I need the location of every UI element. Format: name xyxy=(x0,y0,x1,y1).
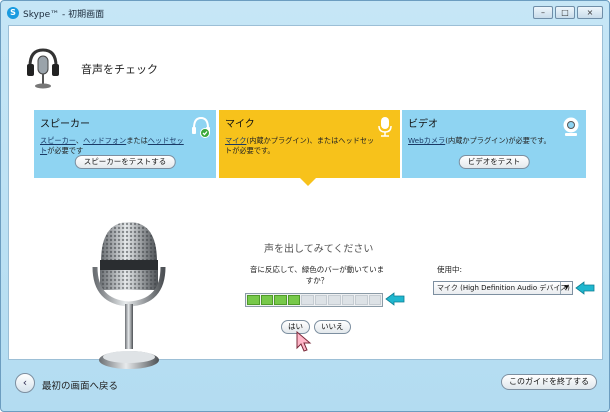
title-bar: S Skype™ - 初期画面 – □ × xyxy=(1,1,609,25)
skype-app-icon: S xyxy=(7,7,19,19)
mic-card-desc: マイク(内蔵かプラグイン)、またはヘッドセットが必要です。 xyxy=(225,136,375,155)
video-card[interactable]: ビデオ Webカメラ(内蔵かプラグイン)が必要です。 ビデオをテスト xyxy=(402,110,586,178)
meter-segment xyxy=(314,295,327,305)
mic-device-select[interactable]: マイク (High Definition Audio デバイス) ▼ xyxy=(433,281,573,295)
page-title: 音声をチェック xyxy=(81,63,158,76)
mic-card-title: マイク xyxy=(225,119,255,130)
speaker-link[interactable]: スピーカー xyxy=(40,136,76,145)
webcam-icon xyxy=(563,117,579,136)
maximize-button[interactable]: □ xyxy=(555,6,575,19)
meter-segment xyxy=(301,295,314,305)
meter-segment xyxy=(247,295,260,305)
back-arrow-icon[interactable]: ‹ xyxy=(15,373,35,393)
meter-segment xyxy=(355,295,368,305)
meter-segment xyxy=(328,295,341,305)
test-speaker-button[interactable]: スピーカーをテストする xyxy=(74,155,176,169)
video-card-title: ビデオ xyxy=(408,119,438,130)
test-video-button[interactable]: ビデオをテスト xyxy=(458,155,530,169)
meter-segment xyxy=(260,295,273,305)
using-label: 使用中: xyxy=(437,265,463,274)
chevron-down-icon: ▼ xyxy=(560,282,572,294)
speaker-card-title: スピーカー xyxy=(40,119,90,130)
device-cards: スピーカー スピーカー、ヘッドフォンまたはヘッドセットが必要です スピーカーをテ… xyxy=(34,110,588,178)
instruction-title: 声を出してみてください xyxy=(264,244,374,255)
mic-level-meter xyxy=(245,293,383,307)
meter-arrow-icon xyxy=(385,292,405,306)
mic-device-value: マイク (High Definition Audio デバイス) xyxy=(437,284,570,292)
mic-link[interactable]: マイク xyxy=(225,136,246,145)
headset-mic-icon xyxy=(27,48,59,89)
instruction-text: 音に反応して、緑色のバーが動いていますか？ xyxy=(249,265,385,285)
studio-microphone-icon xyxy=(92,222,166,369)
end-guide-button[interactable]: このガイドを終了する xyxy=(501,374,597,390)
no-button[interactable]: いいえ xyxy=(314,320,351,334)
content-panel: 音声をチェック スピーカー スピーカー、ヘッドフォンまたはヘッドセットが必要です… xyxy=(8,25,603,369)
speaker-card-desc: スピーカー、ヘッドフォンまたはヘッドセットが必要です xyxy=(40,136,184,155)
selected-card-pointer xyxy=(299,177,317,186)
back-to-start-link[interactable]: 最初の画面へ戻る xyxy=(42,378,118,392)
headphones-check-icon xyxy=(192,116,210,138)
device-arrow-icon xyxy=(575,281,595,295)
speaker-card[interactable]: スピーカー スピーカー、ヘッドフォンまたはヘッドセットが必要です スピーカーをテ… xyxy=(34,110,216,178)
skype-window: S Skype™ - 初期画面 – □ × 音声をチェック スピーカー スピーカ… xyxy=(0,0,610,412)
mic-card[interactable]: マイク マイク(内蔵かプラグイン)、またはヘッドセットが必要です。 xyxy=(219,110,400,178)
minimize-button[interactable]: – xyxy=(533,6,553,19)
meter-segment xyxy=(368,295,381,305)
webcam-link[interactable]: Webカメラ xyxy=(408,136,445,145)
meter-segment xyxy=(287,295,300,305)
footer-bar: ‹ 最初の画面へ戻る このガイドを終了する xyxy=(1,363,609,411)
meter-segment xyxy=(274,295,287,305)
hand-cursor-icon xyxy=(296,331,312,352)
window-title: Skype™ - 初期画面 xyxy=(23,10,105,20)
close-button[interactable]: × xyxy=(577,6,603,19)
video-card-desc: Webカメラ(内蔵かプラグイン)が必要です。 xyxy=(408,136,551,145)
microphone-icon xyxy=(378,117,392,137)
headphone-link[interactable]: ヘッドフォン xyxy=(83,136,126,145)
meter-segment xyxy=(341,295,354,305)
